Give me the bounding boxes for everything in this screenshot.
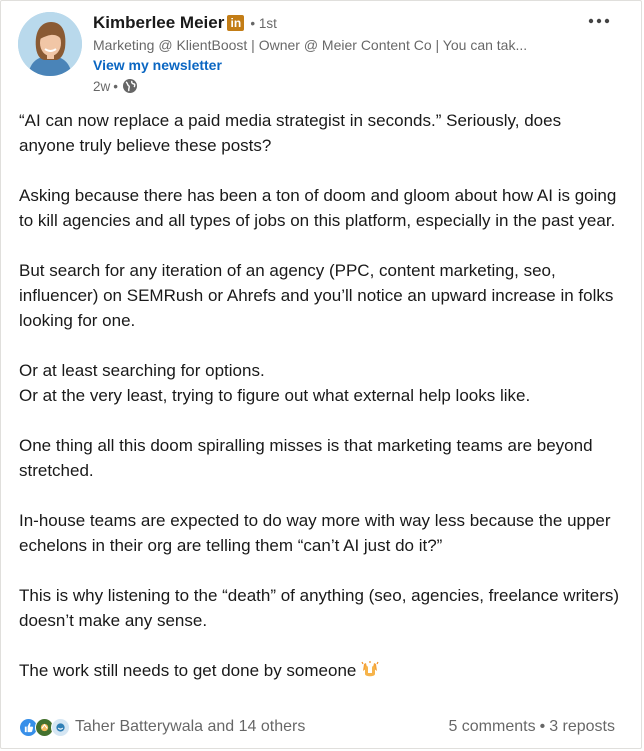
post-paragraph: Or at least searching for options. Or at …: [19, 361, 531, 405]
post-paragraph: One thing all this doom spiralling misse…: [19, 436, 593, 480]
more-options-button[interactable]: [583, 11, 615, 31]
reactors-text[interactable]: Taher Batterywala and 14 others: [75, 718, 305, 736]
social-counts-bar: Taher Batterywala and 14 others 5 commen…: [19, 714, 615, 740]
post-paragraph: But search for any iteration of an agenc…: [19, 261, 614, 330]
connection-degree: • 1st: [250, 15, 277, 31]
author-avatar[interactable]: [18, 12, 82, 76]
post-paragraph: In-house teams are expected to do way mo…: [19, 511, 611, 555]
raising-hands-emoji: [360, 659, 380, 686]
linkedin-premium-badge-icon: in: [227, 15, 245, 31]
reposts-count-link[interactable]: 3 reposts: [549, 718, 615, 736]
engagement-counts: 5 comments • 3 reposts: [448, 718, 615, 736]
post-paragraph: This is why listening to the “death” of …: [19, 586, 620, 630]
connection-degree-value: 1st: [258, 15, 277, 31]
author-name-row: Kimberlee Meier in • 1st: [93, 13, 277, 33]
post-time: 2w: [93, 78, 111, 94]
author-name[interactable]: Kimberlee Meier: [93, 13, 224, 33]
comments-count-link[interactable]: 5 comments: [448, 718, 535, 736]
author-headline: Marketing @ KlientBoost | Owner @ Meier …: [93, 37, 528, 53]
post-meta: 2w •: [93, 78, 138, 94]
feed-post-card: Kimberlee Meier in • 1st Marketing @ Kli…: [0, 0, 642, 749]
reactions-summary[interactable]: Taher Batterywala and 14 others: [19, 717, 305, 737]
post-paragraph: “AI can now replace a paid media strateg…: [19, 111, 562, 155]
view-newsletter-link[interactable]: View my newsletter: [93, 57, 222, 73]
post-paragraph: The work still needs to get done by some…: [19, 658, 619, 686]
counts-separator: •: [539, 718, 546, 735]
support-reaction-icon: [51, 717, 70, 737]
post-body: “AI can now replace a paid media strateg…: [19, 108, 619, 686]
globe-icon: [122, 78, 138, 94]
post-paragraph: Asking because there has been a ton of d…: [19, 186, 617, 230]
